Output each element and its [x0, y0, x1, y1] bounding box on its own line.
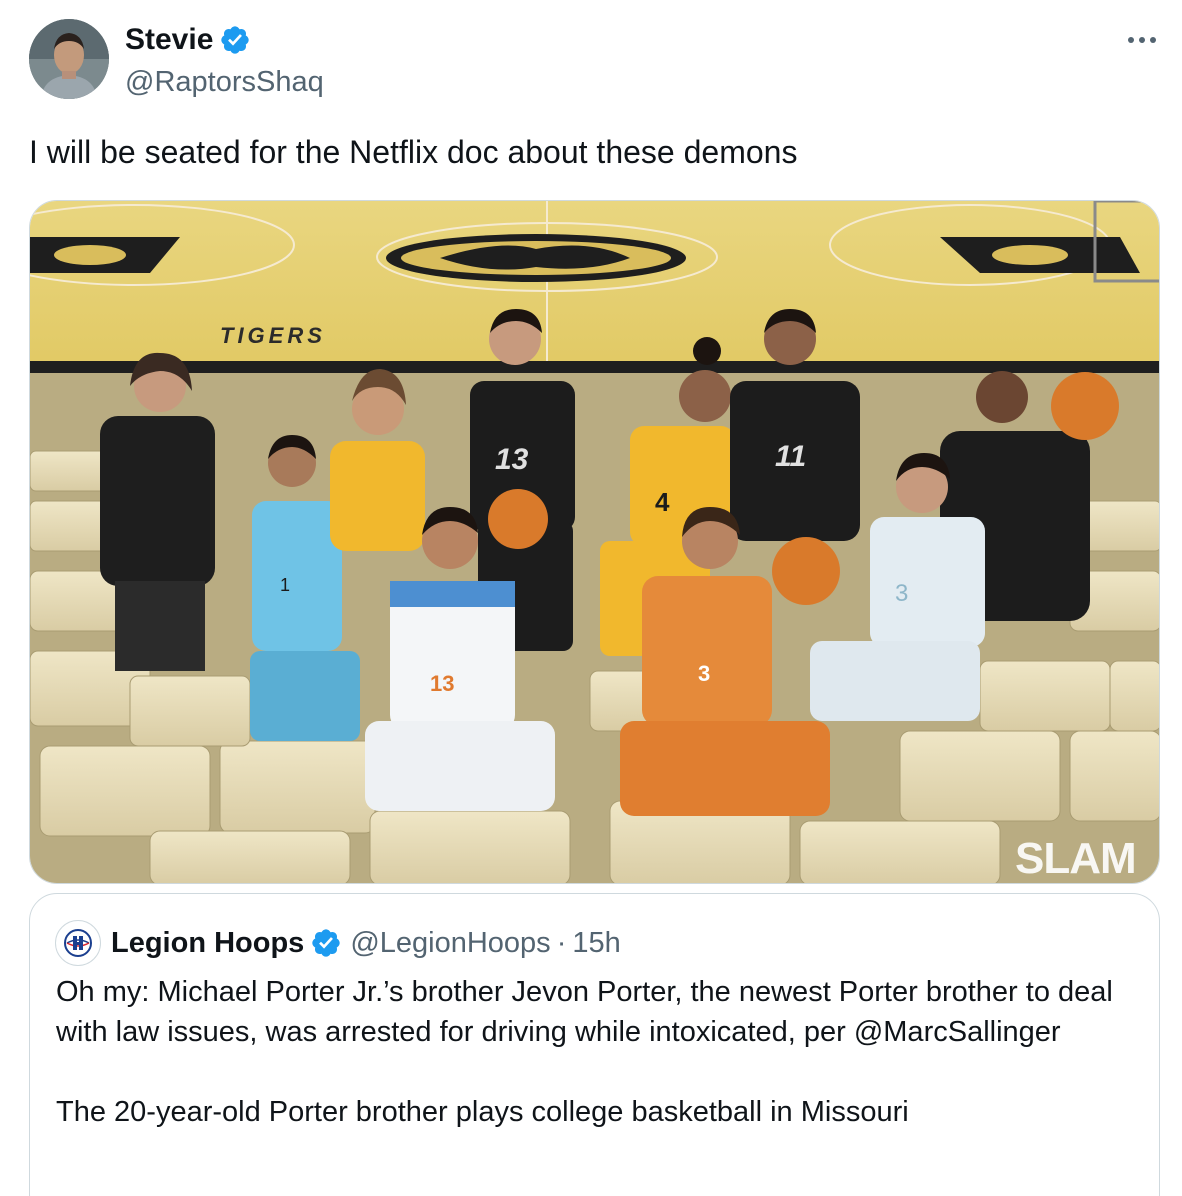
team-photo-image: TIGERS 1 13 4 11 3 13 3 SLAM [30, 201, 1159, 883]
svg-text:3: 3 [895, 580, 908, 607]
author-block: Stevie @RaptorsShaq [125, 20, 324, 102]
tweet-text: I will be seated for the Netflix doc abo… [29, 134, 798, 170]
court-tigers-text: TIGERS [220, 323, 326, 348]
verified-badge-icon [312, 929, 340, 957]
user-photo-icon [29, 19, 109, 99]
quoted-author-display-name[interactable]: Legion Hoops [111, 927, 304, 960]
svg-text:13: 13 [430, 671, 454, 696]
quoted-tweet-header: Legion Hoops @LegionHoops · 15h [55, 920, 621, 966]
quoted-text-paragraph-2: The 20-year-old Porter brother plays col… [56, 1096, 909, 1128]
author-handle[interactable]: @RaptorsShaq [125, 62, 324, 102]
quoted-tweet[interactable]: Legion Hoops @LegionHoops · 15h Oh my: M… [29, 893, 1160, 1196]
jersey-13-center: 13 [495, 443, 529, 476]
svg-text:3: 3 [698, 661, 710, 686]
quoted-separator: · [556, 926, 567, 959]
author-name-row: Stevie [125, 20, 324, 60]
slam-watermark: SLAM [1015, 834, 1136, 883]
tweet-media-photo[interactable]: TIGERS 1 13 4 11 3 13 3 SLAM [29, 200, 1160, 884]
quoted-tweet-text: Oh my: Michael Porter Jr.’s brother Jevo… [56, 972, 1136, 1132]
tweet: Stevie @RaptorsShaq I will be seated for… [0, 0, 1182, 1196]
svg-text:4: 4 [655, 487, 670, 517]
more-icon [1128, 37, 1156, 43]
quoted-text-paragraph-1: Oh my: Michael Porter Jr.’s brother Jevo… [56, 976, 1113, 1048]
author-display-name[interactable]: Stevie [125, 20, 213, 60]
verified-badge-icon [221, 26, 250, 54]
author-avatar[interactable] [29, 19, 109, 99]
svg-text:11: 11 [775, 440, 806, 473]
svg-text:1: 1 [280, 575, 290, 595]
quoted-author-handle[interactable]: @LegionHoops [350, 927, 550, 960]
legion-hoops-logo-icon [64, 929, 92, 957]
quoted-timestamp[interactable]: 15h [572, 927, 620, 960]
quoted-author-avatar[interactable] [55, 920, 101, 966]
more-options-button[interactable] [1120, 20, 1164, 60]
